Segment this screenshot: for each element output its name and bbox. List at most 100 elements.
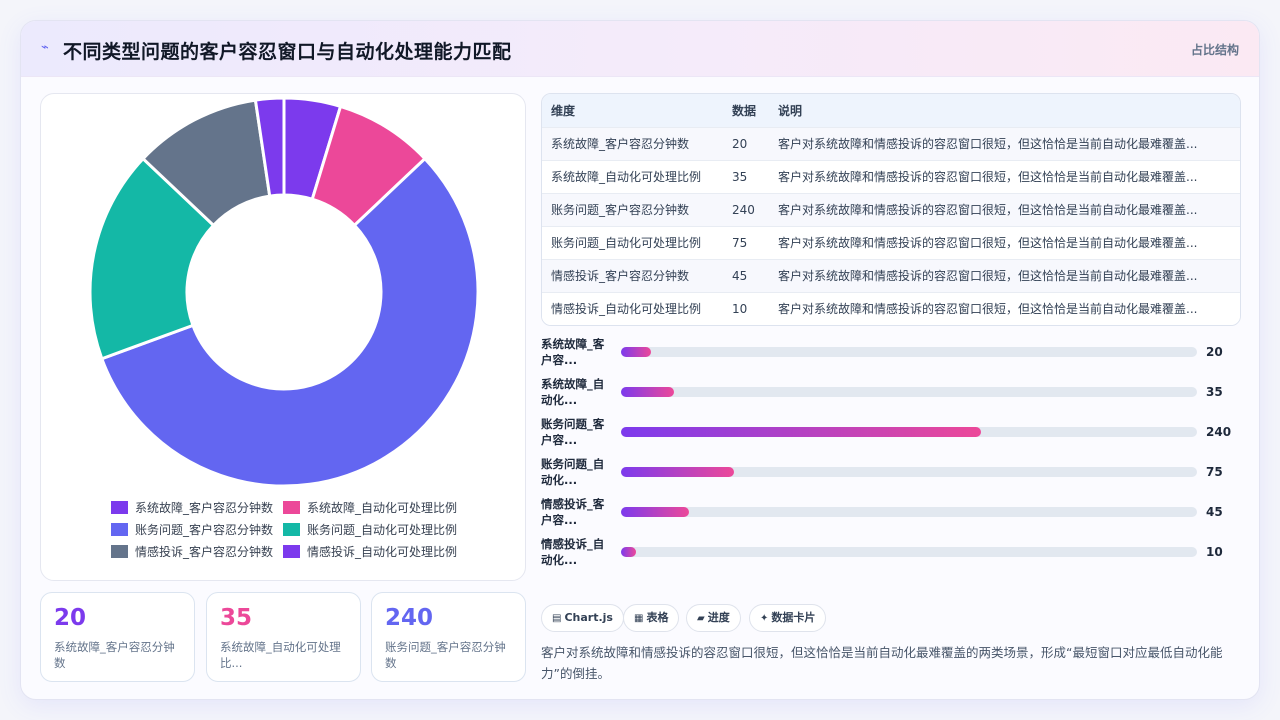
stat-label: 系统故障_自动化可处理比... bbox=[220, 640, 341, 670]
data-table: 维度 数据 说明 系统故障_客户容忍分钟数 20 客户对系统故障和情感投诉的容忍窗口… bbox=[542, 94, 1240, 325]
cell-description: 客户对系统故障和情感投诉的容忍窗口很短，但这恰恰是当前自动化最难覆盖... bbox=[778, 302, 1198, 317]
legend-item[interactable]: 情感投诉_客户容忍分钟数 bbox=[111, 542, 273, 560]
doughnut-chart-panel: 系统故障_客户容忍分钟数 系统故障_自动化可处理比例账务问题_客户容忍分钟数 账务问… bbox=[40, 93, 526, 581]
stat-label: 系统故障_客户容忍分钟数 bbox=[54, 640, 175, 670]
column-header-description: 说明 bbox=[778, 103, 803, 118]
legend-label: 账务问题_自动化可处理比例 bbox=[307, 522, 458, 537]
bar-label: 情感投诉_客户容... bbox=[541, 497, 605, 527]
cell-value: 240 bbox=[732, 202, 755, 217]
doughnut-chart bbox=[88, 96, 480, 488]
data-table-panel: 维度 数据 说明 系统故障_客户容忍分钟数 20 客户对系统故障和情感投诉的容忍窗口… bbox=[541, 93, 1241, 326]
legend-item[interactable]: 系统故障_客户容忍分钟数 bbox=[111, 498, 273, 516]
chip-label: Chart.js bbox=[564, 611, 613, 624]
bar-row: 账务问题_客户容... 240 bbox=[541, 416, 1241, 456]
table-row: 账务问题_客户容忍分钟数 240 客户对系统故障和情感投诉的容忍窗口很短，但这恰恰是… bbox=[542, 193, 1240, 226]
bar-row: 情感投诉_客户容... 45 bbox=[541, 496, 1241, 536]
cell-description: 客户对系统故障和情感投诉的容忍窗口很短，但这恰恰是当前自动化最难覆盖... bbox=[778, 137, 1198, 151]
legend-label: 系统故障_自动化可处理比例 bbox=[307, 500, 458, 515]
bar-row: 账务问题_自动化... 75 bbox=[541, 456, 1241, 496]
progress-bar-list: 系统故障_客户容... 20 系统故障_自动化... 35 账务问题_客户容... 240… bbox=[541, 336, 1241, 576]
stat-card: 240 账务问题_客户容忍分钟数 bbox=[371, 592, 526, 682]
table-header-row: 维度 数据 说明 bbox=[542, 94, 1240, 127]
legend-swatch bbox=[283, 522, 300, 536]
cell-value: 10 bbox=[732, 301, 748, 316]
column-header-dimension: 维度 bbox=[551, 103, 576, 118]
summary-text: 客户对系统故障和情感投诉的容忍窗口很短，但这恰恰是当前自动化最难覆盖的两类场景，… bbox=[541, 645, 1223, 681]
legend-label: 系统故障_客户容忍分钟数 bbox=[135, 500, 274, 515]
bar-label: 系统故障_客户容... bbox=[541, 337, 605, 367]
progress-icon: ▰ bbox=[697, 613, 705, 624]
legend-swatch bbox=[283, 544, 300, 558]
cell-dimension: 情感投诉_自动化可处理比例 bbox=[551, 302, 702, 317]
legend-swatch bbox=[111, 500, 128, 514]
bar-track bbox=[621, 387, 1197, 397]
chart-icon: ▤ bbox=[552, 613, 562, 624]
legend-label: 情感投诉_自动化可处理比例 bbox=[307, 544, 458, 559]
table-row: 系统故障_客户容忍分钟数 20 客户对系统故障和情感投诉的容忍窗口很短，但这恰恰是当… bbox=[542, 127, 1240, 160]
cell-value: 20 bbox=[732, 136, 748, 151]
bar-fill bbox=[621, 387, 674, 397]
bar-value: 240 bbox=[1206, 425, 1232, 439]
stat-value: 35 bbox=[220, 605, 253, 631]
cell-dimension: 账务问题_自动化可处理比例 bbox=[551, 236, 702, 250]
card-icon: ✦ bbox=[760, 613, 769, 624]
chip-label: 表格 bbox=[646, 611, 669, 624]
cell-dimension: 情感投诉_客户容忍分钟数 bbox=[551, 269, 690, 283]
stat-card: 35 系统故障_自动化可处理比... bbox=[206, 592, 361, 682]
bar-track bbox=[621, 427, 1197, 437]
cell-description: 客户对系统故障和情感投诉的容忍窗口很短，但这恰恰是当前自动化最难覆盖... bbox=[778, 170, 1198, 184]
cell-description: 客户对系统故障和情感投诉的容忍窗口很短，但这恰恰是当前自动化最难覆盖... bbox=[778, 203, 1198, 217]
bar-track bbox=[621, 547, 1197, 557]
bar-track bbox=[621, 467, 1197, 477]
stat-label: 账务问题_客户容忍分钟数 bbox=[385, 640, 506, 670]
bar-fill bbox=[621, 547, 636, 557]
stat-value: 20 bbox=[54, 605, 87, 631]
bar-value: 75 bbox=[1206, 465, 1223, 479]
table-row: 情感投诉_自动化可处理比例 10 客户对系统故障和情感投诉的容忍窗口很短，但这恰恰是… bbox=[542, 292, 1240, 325]
bar-label: 情感投诉_自动化... bbox=[541, 537, 605, 567]
chip-label: 数据卡片 bbox=[771, 611, 816, 624]
legend-swatch bbox=[283, 500, 300, 514]
chip-data-card[interactable]: ✦ 数据卡片 bbox=[749, 604, 827, 632]
legend-label: 情感投诉_客户容忍分钟数 bbox=[135, 544, 274, 559]
bar-fill bbox=[621, 507, 689, 517]
bar-label: 账务问题_自动化... bbox=[541, 457, 605, 487]
stat-card: 20 系统故障_客户容忍分钟数 bbox=[40, 592, 195, 682]
cell-dimension: 账务问题_客户容忍分钟数 bbox=[551, 203, 690, 217]
chart-type-tag: 占比结构 bbox=[1190, 43, 1239, 57]
cell-dimension: 系统故障_自动化可处理比例 bbox=[551, 170, 702, 184]
bar-label: 账务问题_客户容... bbox=[541, 417, 605, 447]
chip-table[interactable]: ▦ 表格 bbox=[623, 604, 680, 632]
chip-chartjs[interactable]: ▤ Chart.js bbox=[541, 604, 624, 632]
dashboard-card: ⌁ 不同类型问题的客户容忍窗口与自动化处理能力匹配 占比结构 系统故障_客户容忍… bbox=[20, 20, 1260, 700]
bar-row: 系统故障_自动化... 35 bbox=[541, 376, 1241, 416]
cell-description: 客户对系统故障和情感投诉的容忍窗口很短，但这恰恰是当前自动化最难覆盖... bbox=[778, 236, 1198, 250]
stat-value: 240 bbox=[385, 605, 434, 631]
cell-value: 35 bbox=[732, 169, 748, 184]
legend-swatch bbox=[111, 522, 128, 536]
bar-row: 情感投诉_自动化... 10 bbox=[541, 536, 1241, 576]
bar-fill bbox=[621, 347, 651, 357]
chip-label: 进度 bbox=[707, 611, 730, 624]
bar-track bbox=[621, 507, 1197, 517]
bar-value: 35 bbox=[1206, 385, 1223, 399]
cell-value: 75 bbox=[732, 235, 748, 250]
table-row: 情感投诉_客户容忍分钟数 45 客户对系统故障和情感投诉的容忍窗口很短，但这恰恰是当… bbox=[542, 259, 1240, 292]
bar-label: 系统故障_自动化... bbox=[541, 377, 605, 407]
zap-icon: ⌁ bbox=[41, 40, 49, 55]
chip-progress[interactable]: ▰ 进度 bbox=[686, 604, 741, 632]
cell-dimension: 系统故障_客户容忍分钟数 bbox=[551, 137, 690, 151]
legend-item[interactable]: 账务问题_客户容忍分钟数 bbox=[111, 520, 273, 538]
page-title: 不同类型问题的客户容忍窗口与自动化处理能力匹配 bbox=[63, 41, 512, 63]
legend-swatch bbox=[111, 544, 128, 558]
header-bar: ⌁ 不同类型问题的客户容忍窗口与自动化处理能力匹配 占比结构 bbox=[21, 21, 1259, 77]
bar-value: 20 bbox=[1206, 345, 1223, 359]
legend-item[interactable]: 账务问题_自动化可处理比例 bbox=[283, 520, 457, 538]
legend-item[interactable]: 系统故障_自动化可处理比例 bbox=[283, 498, 457, 516]
legend-item[interactable]: 情感投诉_自动化可处理比例 bbox=[283, 542, 457, 560]
bar-fill bbox=[621, 467, 734, 477]
bar-row: 系统故障_客户容... 20 bbox=[541, 336, 1241, 376]
bar-value: 45 bbox=[1206, 505, 1223, 519]
column-header-value: 数据 bbox=[732, 103, 757, 118]
bar-fill bbox=[621, 427, 981, 437]
